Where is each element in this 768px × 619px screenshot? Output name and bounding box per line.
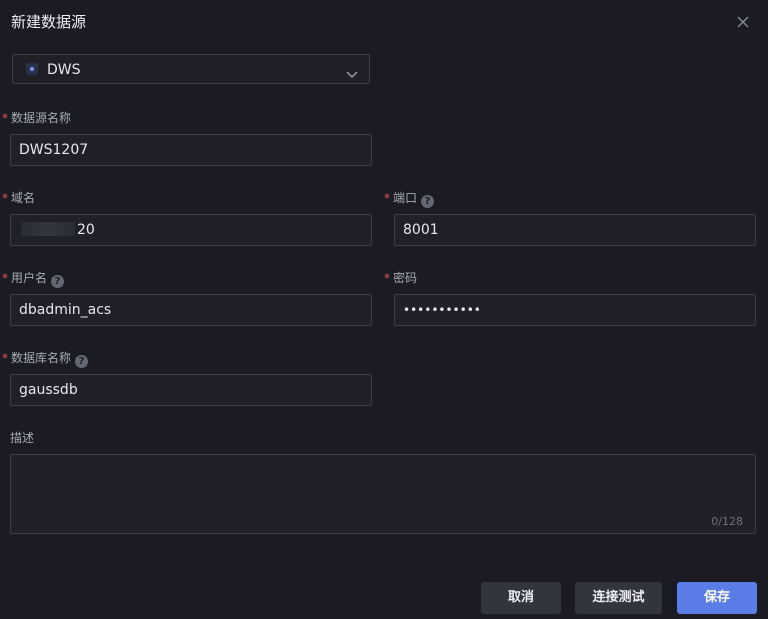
required-mark: * xyxy=(2,351,8,365)
domain-input[interactable]: 20 xyxy=(10,214,372,246)
new-datasource-dialog: 新建数据源 DWS * 数据源名称 DWS1207 * 域名 20 * 端口? 800… xyxy=(0,0,768,619)
datasource-name-input[interactable]: DWS1207 xyxy=(10,134,372,166)
datasource-name-label: * 数据源名称 xyxy=(2,109,71,126)
close-icon[interactable] xyxy=(736,14,750,28)
username-label: * 用户名? xyxy=(2,269,65,288)
datasource-name-label-text: 数据源名称 xyxy=(11,111,72,125)
dialog-title: 新建数据源 xyxy=(11,13,87,31)
datasource-type-value: DWS xyxy=(47,62,81,78)
required-mark: * xyxy=(2,111,8,125)
help-icon[interactable]: ? xyxy=(75,355,89,368)
required-mark: * xyxy=(384,271,390,285)
port-label: * 端口? xyxy=(384,189,435,208)
chevron-down-icon xyxy=(346,64,358,78)
database-icon xyxy=(26,63,38,75)
database-name-input[interactable]: gaussdb xyxy=(10,374,372,406)
port-label-text: 端口 xyxy=(393,191,418,205)
cancel-button[interactable]: 取消 xyxy=(481,582,561,614)
char-counter: 0/128 xyxy=(711,515,743,528)
domain-label: * 域名 xyxy=(2,189,35,206)
test-connection-button[interactable]: 连接测试 xyxy=(575,582,662,614)
save-button[interactable]: 保存 xyxy=(677,582,757,614)
username-label-text: 用户名 xyxy=(11,271,48,285)
password-label-text: 密码 xyxy=(393,271,418,285)
password-label: * 密码 xyxy=(384,269,417,286)
help-icon[interactable]: ? xyxy=(51,275,65,288)
username-input[interactable]: dbadmin_acs xyxy=(10,294,372,326)
database-name-label: * 数据库名称? xyxy=(2,349,89,368)
datasource-type-select[interactable]: DWS xyxy=(12,54,370,84)
required-mark: * xyxy=(2,271,8,285)
description-label: 描述 xyxy=(10,431,35,445)
required-mark: * xyxy=(384,191,390,205)
domain-label-text: 域名 xyxy=(11,191,36,205)
domain-value-suffix: 20 xyxy=(77,222,95,238)
description-textarea[interactable]: 0/128 xyxy=(10,454,756,534)
required-mark: * xyxy=(2,191,8,205)
redacted-block xyxy=(21,222,75,236)
port-input[interactable]: 8001 xyxy=(394,214,756,246)
help-icon[interactable]: ? xyxy=(421,195,435,208)
database-name-label-text: 数据库名称 xyxy=(11,351,72,365)
password-input[interactable]: ••••••••••• xyxy=(394,294,756,326)
